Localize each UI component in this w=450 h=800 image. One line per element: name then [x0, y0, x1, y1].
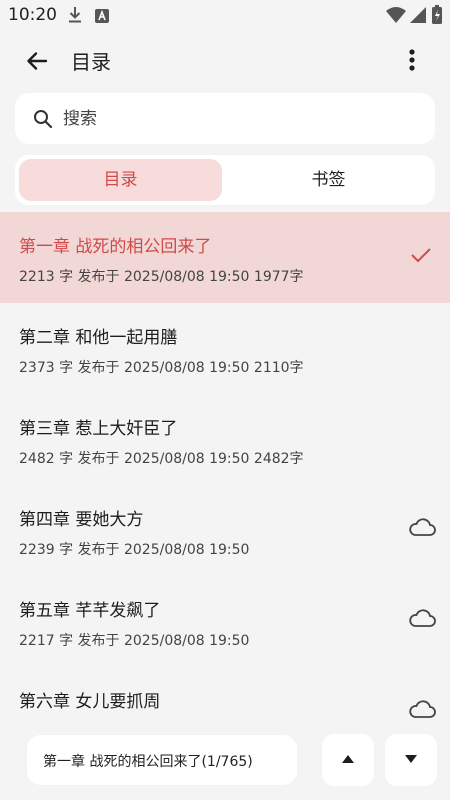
chapter-title: 第三章 惹上大奸臣了 — [19, 419, 178, 439]
status-time: 10:20 — [8, 5, 57, 25]
app-notification-icon — [95, 8, 109, 27]
current-chapter-label: 第一章 战死的相公回来了(1/765) — [43, 754, 253, 770]
search-input[interactable] — [61, 103, 405, 135]
scroll-down-button[interactable] — [385, 734, 437, 786]
chapter-row[interactable]: 第五章 芊芊发飙了 2217 字 发布于 2025/08/08 19:50 — [0, 576, 450, 667]
search-icon — [33, 109, 53, 133]
cloud-icon — [408, 517, 436, 541]
chapter-title: 第五章 芊芊发飙了 — [19, 601, 161, 621]
chapter-row[interactable]: 第六章 女儿要抓周 — [0, 667, 450, 722]
current-chapter-button[interactable]: 第一章 战死的相公回来了(1/765) — [27, 735, 297, 785]
status-bar: 10:20 — [0, 0, 450, 32]
chapter-row[interactable]: 第一章 战死的相公回来了 2213 字 发布于 2025/08/08 19:50… — [0, 212, 450, 303]
tab-bookmarks[interactable]: 书签 — [226, 159, 431, 201]
chapter-meta: 2373 字 发布于 2025/08/08 19:50 2110字 — [19, 360, 304, 376]
cloud-icon — [408, 608, 436, 632]
chapter-title: 第四章 要她大方 — [19, 510, 144, 530]
chapter-meta: 2217 字 发布于 2025/08/08 19:50 — [19, 633, 250, 649]
chapter-meta: 2482 字 发布于 2025/08/08 19:50 2482字 — [19, 451, 304, 467]
more-vert-icon — [409, 49, 415, 71]
tab-contents[interactable]: 目录 — [19, 159, 222, 201]
wifi-icon — [386, 7, 406, 27]
signal-icon — [410, 7, 426, 27]
chapter-title: 第六章 女儿要抓周 — [19, 692, 161, 712]
chapter-title: 第二章 和他一起用膳 — [19, 328, 178, 348]
check-icon — [410, 246, 432, 268]
arrow-left-icon — [27, 52, 48, 70]
app-bar: 目录 — [0, 32, 450, 88]
page-title: 目录 — [71, 50, 111, 74]
chapter-title: 第一章 战死的相公回来了 — [19, 237, 212, 257]
back-button[interactable] — [22, 46, 52, 76]
cloud-icon — [408, 699, 436, 722]
chapter-row[interactable]: 第二章 和他一起用膳 2373 字 发布于 2025/08/08 19:50 2… — [0, 303, 450, 394]
chapter-list: 第一章 战死的相公回来了 2213 字 发布于 2025/08/08 19:50… — [0, 212, 450, 722]
chapter-meta: 2239 字 发布于 2025/08/08 19:50 — [19, 542, 250, 558]
download-icon — [67, 6, 83, 28]
chapter-meta: 2213 字 发布于 2025/08/08 19:50 1977字 — [19, 269, 304, 285]
battery-icon — [432, 5, 442, 28]
scroll-up-button[interactable] — [322, 734, 374, 786]
triangle-up-icon — [342, 755, 354, 763]
triangle-down-icon — [405, 755, 417, 763]
tab-bar: 目录 书签 — [15, 155, 435, 205]
search-box[interactable] — [15, 93, 435, 144]
chapter-row[interactable]: 第三章 惹上大奸臣了 2482 字 发布于 2025/08/08 19:50 2… — [0, 394, 450, 485]
chapter-row[interactable]: 第四章 要她大方 2239 字 发布于 2025/08/08 19:50 — [0, 485, 450, 576]
more-options-button[interactable] — [400, 45, 424, 75]
